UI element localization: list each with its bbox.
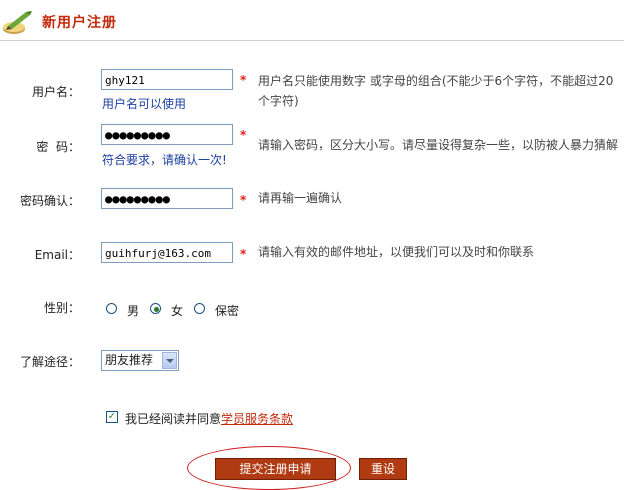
password-label: 密 码： [36,140,80,154]
email-hint: 请输入有效的邮件地址，以便我们可以及时和你联系 [258,245,535,259]
chevron-down-icon[interactable] [162,352,177,369]
email-label: Email： [34,248,80,262]
header-divider [0,40,624,41]
username-hint: 用户名只能使用数字 或字母的组合(不能少于6个字符，不能超过20 个字符) [258,71,622,111]
email-required-mark: * [240,247,247,261]
gender-secret-label[interactable]: 保密 [215,302,239,319]
password-status: 符合要求，请确认一次! [102,153,227,167]
username-required-mark: * [240,73,247,87]
username-input[interactable]: ghy121 [101,69,233,90]
agreement-checkbox[interactable]: ✓ [106,411,118,423]
source-select-value: 朋友推荐 [105,353,154,367]
email-input[interactable]: guihfurj@163.com [101,242,233,263]
password-required-mark: * [240,128,247,142]
password-confirm-input[interactable]: ●●●●●●●●● [101,188,233,209]
pencil-pen-icon [2,8,34,36]
username-hint-line2: 个字符) [258,94,299,108]
password-confirm-label: 密码确认： [19,194,80,208]
username-label: 用户名： [31,85,80,99]
submit-button[interactable]: 提交注册申请 [215,458,336,480]
gender-male-label[interactable]: 男 [127,302,139,319]
terms-link[interactable]: 学员服务条款 [221,412,293,426]
agreement-text: 我已经阅读并同意学员服务条款 [125,410,293,427]
reset-button[interactable]: 重设 [359,458,407,480]
gender-secret-radio[interactable] [194,303,205,314]
gender-female-radio[interactable] [150,303,161,314]
source-select[interactable]: 朋友推荐 [101,350,179,371]
source-label: 了解途径： [19,355,80,369]
gender-female-label[interactable]: 女 [171,302,183,319]
password-confirm-required-mark: * [240,193,247,207]
page-title: 新用户注册 [42,15,117,31]
username-hint-line1: 用户名只能使用数字 或字母的组合(不能少于6个字符，不能超过20 [258,74,614,88]
gender-male-radio[interactable] [106,303,117,314]
username-status: 用户名可以使用 [102,97,187,111]
password-input[interactable]: ●●●●●●●●● [101,124,233,145]
password-confirm-hint: 请再输一遍确认 [258,191,343,205]
agreement-label: 我已经阅读并同意 [125,412,222,426]
gender-label: 性别： [43,301,80,315]
password-hint: 请输入密码，区分大小写。请尽量设得复杂一些，以防被人暴力猜解 [258,138,619,152]
